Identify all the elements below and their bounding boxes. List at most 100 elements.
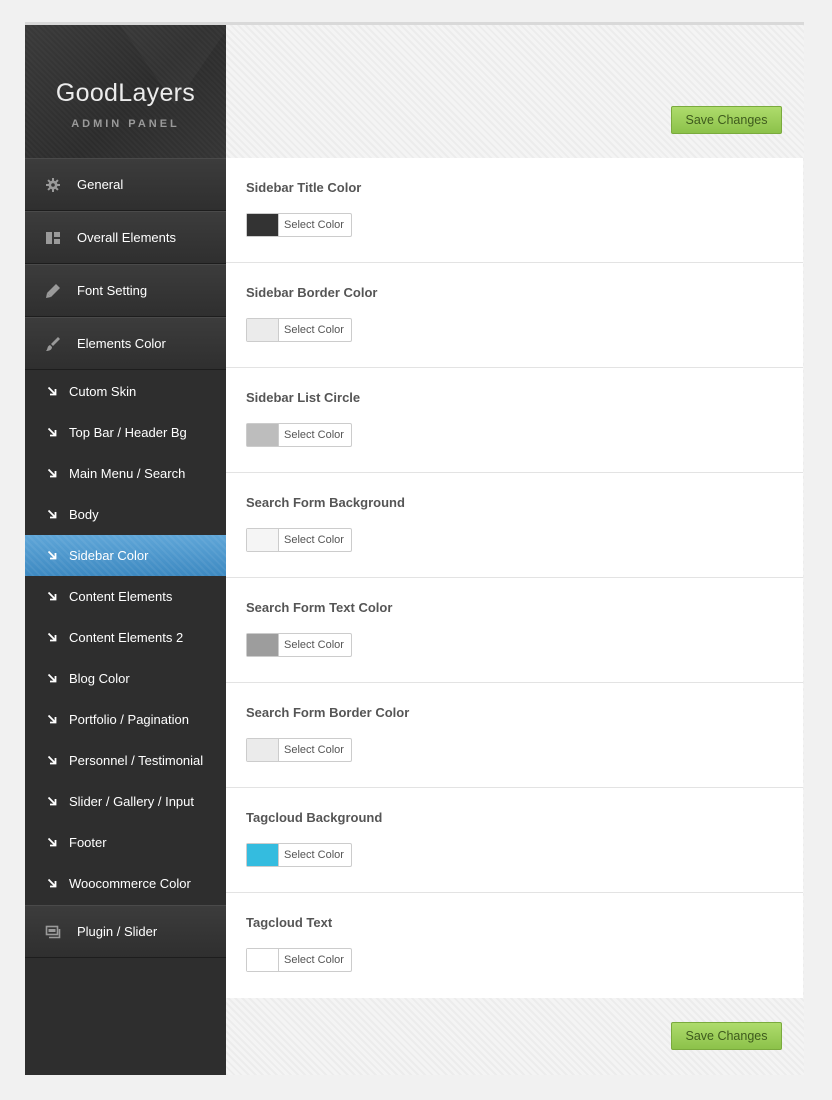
color-swatch — [247, 844, 279, 866]
save-changes-button-bottom[interactable]: Save Changes — [671, 1022, 782, 1050]
submenu-item-label: Blog Color — [69, 671, 130, 686]
select-color-button[interactable]: Select Color — [246, 738, 352, 762]
setting-label: Search Form Text Color — [246, 600, 393, 615]
select-color-label: Select Color — [284, 639, 344, 651]
submenu-item[interactable]: Sidebar Color — [25, 535, 226, 576]
logo-subtitle: ADMIN PANEL — [71, 118, 180, 130]
arrow-down-right-icon — [47, 714, 57, 724]
select-color-label: Select Color — [284, 849, 344, 861]
admin-frame: GoodLayers ADMIN PANEL General Overall E… — [25, 22, 804, 1075]
submenu-item[interactable]: Top Bar / Header Bg — [25, 412, 226, 453]
submenu-item-label: Sidebar Color — [69, 548, 149, 563]
menu-item-label: Elements Color — [77, 336, 166, 351]
select-color-button[interactable]: Select Color — [246, 318, 352, 342]
submenu-item-label: Footer — [69, 835, 107, 850]
color-setting-row: Tagcloud Background Select Color — [226, 788, 803, 893]
submenu-item-label: Top Bar / Header Bg — [69, 425, 187, 440]
submenu-item[interactable]: Content Elements 2 — [25, 617, 226, 658]
submenu-item-label: Body — [69, 507, 99, 522]
color-setting-row: Sidebar Title Color Select Color — [226, 158, 803, 263]
setting-label: Tagcloud Text — [246, 915, 333, 930]
arrow-down-right-icon — [47, 755, 57, 765]
submenu-item[interactable]: Blog Color — [25, 658, 226, 699]
submenu-item-label: Main Menu / Search — [69, 466, 186, 481]
color-setting-row: Sidebar Border Color Select Color — [226, 263, 803, 368]
slideshow-icon — [45, 925, 61, 939]
submenu-item[interactable]: Portfolio / Pagination — [25, 699, 226, 740]
setting-label: Search Form Background — [246, 495, 405, 510]
menu-item-elements-color[interactable]: Elements Color — [25, 317, 226, 370]
submenu-item-label: Content Elements 2 — [69, 630, 184, 645]
color-setting-row: Search Form Border Color Select Color — [226, 683, 803, 788]
select-color-button[interactable]: Select Color — [246, 423, 352, 447]
menu-item-general[interactable]: General — [25, 158, 226, 211]
layout-icon — [46, 232, 60, 244]
setting-label: Sidebar Border Color — [246, 285, 378, 300]
color-swatch — [247, 634, 279, 656]
submenu-item-label: Slider / Gallery / Input — [69, 794, 194, 809]
menu-item-label: Plugin / Slider — [77, 924, 158, 939]
select-color-label: Select Color — [284, 744, 344, 756]
submenu-item-label: Portfolio / Pagination — [69, 712, 189, 727]
color-swatch — [247, 214, 279, 236]
menu-item-label: General — [77, 177, 124, 192]
color-setting-row: Tagcloud Text Select Color — [226, 893, 803, 998]
select-color-button[interactable]: Select Color — [246, 528, 352, 552]
select-color-button[interactable]: Select Color — [246, 213, 352, 237]
submenu-item[interactable]: Footer — [25, 822, 226, 863]
main-menu: General Overall Elements Font Setting El… — [25, 158, 226, 958]
submenu-item-label: Cutom Skin — [69, 384, 137, 399]
arrow-down-right-icon — [47, 550, 57, 560]
arrow-down-right-icon — [47, 878, 57, 888]
settings-panel: Sidebar Title Color Select Color Sidebar B… — [226, 158, 803, 998]
menu-item-label: Font Setting — [77, 283, 148, 298]
submenu-item[interactable]: Main Menu / Search — [25, 453, 226, 494]
brush-icon — [46, 337, 60, 351]
logo: GoodLayers ADMIN PANEL — [25, 25, 226, 158]
color-swatch — [247, 529, 279, 551]
color-swatch — [247, 739, 279, 761]
select-color-button[interactable]: Select Color — [246, 843, 352, 867]
color-swatch — [247, 424, 279, 446]
arrow-down-right-icon — [47, 386, 57, 396]
submenu-item[interactable]: Body — [25, 494, 226, 535]
submenu-item[interactable]: Content Elements — [25, 576, 226, 617]
arrow-down-right-icon — [47, 509, 57, 519]
menu-item-label: Overall Elements — [77, 230, 176, 245]
arrow-down-right-icon — [47, 837, 57, 847]
color-setting-row: Search Form Background Select Color — [226, 473, 803, 578]
menu-item-font-setting[interactable]: Font Setting — [25, 264, 226, 317]
color-setting-row: Search Form Text Color Select Color — [226, 578, 803, 683]
setting-label: Tagcloud Background — [246, 810, 383, 825]
arrow-down-right-icon — [47, 591, 57, 601]
setting-label: Search Form Border Color — [246, 705, 410, 720]
select-color-button[interactable]: Select Color — [246, 948, 352, 972]
color-swatch — [247, 319, 279, 341]
select-color-label: Select Color — [284, 954, 344, 966]
submenu-item[interactable]: Cutom Skin — [25, 371, 226, 412]
elements-color-submenu: Cutom Skin Top Bar / Header Bg Main Menu /… — [25, 370, 226, 905]
pencil-icon — [46, 284, 60, 298]
select-color-button[interactable]: Select Color — [246, 633, 352, 657]
color-setting-row: Sidebar List Circle Select Color — [226, 368, 803, 473]
arrow-down-right-icon — [47, 468, 57, 478]
save-changes-button-top[interactable]: Save Changes — [671, 106, 782, 134]
submenu-item-label: Content Elements — [69, 589, 173, 604]
submenu-item-label: Woocommerce Color — [69, 876, 191, 891]
menu-item-overall-elements[interactable]: Overall Elements — [25, 211, 226, 264]
menu-item-plugin-slider[interactable]: Plugin / Slider — [25, 905, 226, 958]
submenu-item[interactable]: Personnel / Testimonial — [25, 740, 226, 781]
submenu-item[interactable]: Woocommerce Color — [25, 863, 226, 904]
select-color-label: Select Color — [284, 429, 344, 441]
logo-title: GoodLayers — [55, 79, 196, 107]
submenu-item[interactable]: Slider / Gallery / Input — [25, 781, 226, 822]
gear-icon — [46, 178, 60, 192]
sidebar: GoodLayers ADMIN PANEL General Overall E… — [25, 25, 226, 1075]
arrow-down-right-icon — [47, 796, 57, 806]
arrow-down-right-icon — [47, 632, 57, 642]
setting-label: Sidebar Title Color — [246, 180, 362, 195]
select-color-label: Select Color — [284, 534, 344, 546]
select-color-label: Select Color — [284, 324, 344, 336]
content-area: Save Changes Sidebar Title Color Select C… — [226, 25, 804, 1075]
setting-label: Sidebar List Circle — [246, 390, 361, 405]
